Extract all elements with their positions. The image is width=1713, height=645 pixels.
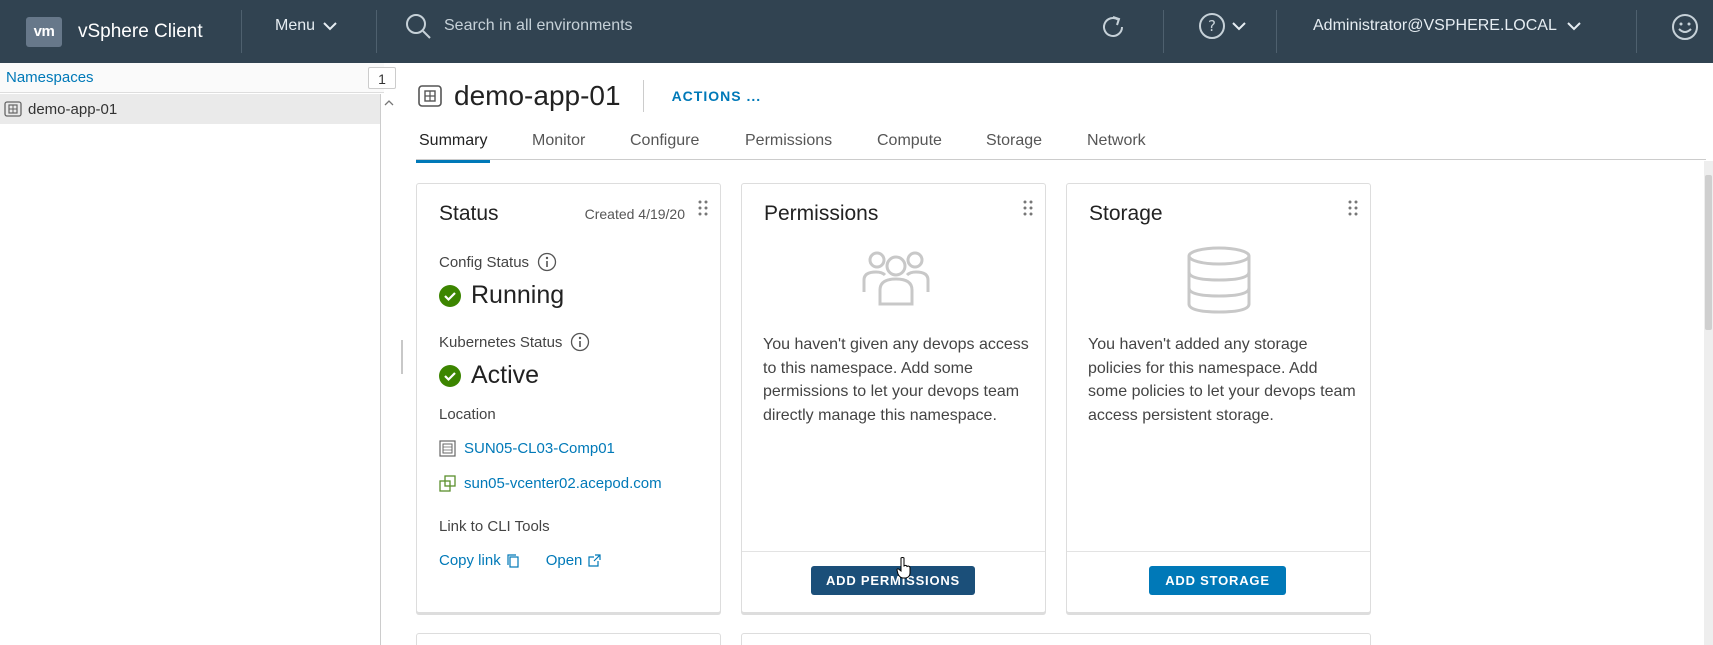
tab-permissions[interactable]: Permissions xyxy=(745,132,832,160)
created-date: Created 4/19/20 xyxy=(584,206,685,222)
namespace-icon xyxy=(4,101,22,117)
app-title[interactable]: vSphere Client xyxy=(78,21,203,43)
add-permissions-button[interactable]: ADD PERMISSIONS xyxy=(811,566,975,595)
k8s-status-text: Active xyxy=(471,361,540,389)
splitter-grip[interactable] xyxy=(401,340,403,374)
storage-card-title: Storage xyxy=(1089,202,1163,225)
info-icon[interactable] xyxy=(570,332,590,352)
location-cluster-link[interactable]: SUN05-CL03-Comp01 xyxy=(439,440,615,457)
svg-text:?: ? xyxy=(1208,17,1216,35)
config-status-label-text: Config Status xyxy=(439,253,530,271)
copy-icon xyxy=(507,553,519,568)
drag-handle-icon[interactable] xyxy=(1348,200,1358,216)
object-header: demo-app-01 ACTIONS ... xyxy=(418,80,761,112)
menu-label: Menu xyxy=(275,17,316,34)
k8s-status-label: Kubernetes Status xyxy=(439,332,590,352)
refresh-button[interactable] xyxy=(1098,12,1128,47)
content-scrollbar-thumb[interactable] xyxy=(1705,175,1712,330)
actions-button[interactable]: ACTIONS ... xyxy=(672,88,762,104)
tab-monitor[interactable]: Monitor xyxy=(532,132,585,160)
sidebar-scrollbar[interactable] xyxy=(380,94,397,645)
open-link-text: Open xyxy=(545,552,583,569)
tab-compute[interactable]: Compute xyxy=(877,132,942,160)
info-icon[interactable] xyxy=(537,252,557,272)
smiley-icon xyxy=(1672,14,1698,40)
k8s-status-label-text: Kubernetes Status xyxy=(439,333,563,351)
permissions-empty-text: You haven't given any devops access to t… xyxy=(763,336,1029,424)
vmware-logo[interactable]: vm xyxy=(26,16,62,47)
external-link-icon xyxy=(588,554,602,567)
status-card-title: Status xyxy=(439,202,499,225)
vcenter-icon xyxy=(439,475,456,492)
user-menu[interactable]: Administrator@VSPHERE.LOCAL xyxy=(1313,17,1581,35)
location-cluster-text: SUN05-CL03-Comp01 xyxy=(464,440,615,457)
permissions-card: Permissions You haven't given any devops… xyxy=(741,183,1046,613)
check-circle-icon xyxy=(439,284,461,307)
title-divider xyxy=(642,80,644,112)
storage-card: Storage You haven't added any storage po… xyxy=(1066,183,1371,613)
feedback-button[interactable] xyxy=(1670,12,1700,47)
cli-tools-label: Link to CLI Tools xyxy=(439,518,550,535)
drag-handle-icon[interactable] xyxy=(698,200,708,216)
chevron-down-icon xyxy=(1232,22,1246,31)
permissions-card-title: Permissions xyxy=(764,202,879,225)
namespaces-header: Namespaces 1 xyxy=(0,63,396,93)
namespace-item-demo-app-01[interactable]: demo-app-01 xyxy=(0,94,380,124)
permissions-card-footer: ADD PERMISSIONS xyxy=(742,551,1045,613)
namespaces-title[interactable]: Namespaces xyxy=(6,69,94,86)
tab-configure[interactable]: Configure xyxy=(630,132,699,160)
cli-links: Copy link Open xyxy=(439,552,602,569)
help-menu[interactable]: ? xyxy=(1198,12,1246,40)
object-tabs: Summary Monitor Configure Permissions Co… xyxy=(416,128,1706,163)
pane-splitter[interactable] xyxy=(398,63,408,645)
location-vcenter-text: sun05-vcenter02.acepod.com xyxy=(464,475,662,492)
tab-network[interactable]: Network xyxy=(1087,132,1146,160)
user-label: Administrator@VSPHERE.LOCAL xyxy=(1313,17,1557,34)
header-divider xyxy=(1163,10,1164,53)
check-circle-icon xyxy=(439,364,461,387)
global-search[interactable]: Search in all environments xyxy=(404,12,633,40)
location-vcenter-link[interactable]: sun05-vcenter02.acepod.com xyxy=(439,475,662,492)
config-status-text: Running xyxy=(471,281,565,309)
scroll-up-icon xyxy=(384,100,394,106)
refresh-icon xyxy=(1103,16,1123,37)
cluster-icon xyxy=(439,440,456,457)
header-divider xyxy=(241,10,242,53)
storage-empty-text: You haven't added any storage policies f… xyxy=(1088,336,1356,424)
users-group-icon xyxy=(862,251,930,306)
menu-button[interactable]: Menu xyxy=(275,17,337,35)
tab-storage[interactable]: Storage xyxy=(986,132,1042,160)
chevron-down-icon xyxy=(323,22,337,31)
header-divider xyxy=(1276,10,1277,53)
help-icon: ? xyxy=(1199,13,1225,39)
location-label: Location xyxy=(439,406,496,423)
namespace-item-label: demo-app-01 xyxy=(28,100,118,118)
search-input[interactable]: Search in all environments xyxy=(444,17,633,35)
open-link-button[interactable]: Open xyxy=(546,552,602,569)
copy-link-button[interactable]: Copy link xyxy=(439,552,520,569)
namespace-icon xyxy=(418,85,442,107)
hand-cursor-icon xyxy=(896,557,911,579)
drag-handle-icon[interactable] xyxy=(1023,200,1033,216)
config-status-value: Running xyxy=(439,281,564,310)
add-storage-button[interactable]: ADD STORAGE xyxy=(1149,566,1286,595)
top-header: vm vSphere Client Menu Search in all env… xyxy=(0,0,1713,63)
storage-card-footer: ADD STORAGE xyxy=(1067,551,1370,613)
namespaces-count-badge: 1 xyxy=(368,67,396,89)
copy-link-text: Copy link xyxy=(439,552,501,569)
chevron-down-icon xyxy=(1567,22,1581,31)
page-title: demo-app-01 xyxy=(454,80,621,111)
status-card: Status Created 4/19/20 Config Status Run… xyxy=(416,183,721,613)
tab-summary[interactable]: Summary xyxy=(416,132,491,163)
next-row-card xyxy=(741,633,1371,645)
header-divider xyxy=(376,10,377,53)
config-status-label: Config Status xyxy=(439,252,557,272)
next-row-card xyxy=(416,633,721,645)
search-icon xyxy=(406,14,431,39)
database-icon xyxy=(1187,246,1251,314)
header-divider xyxy=(1636,10,1637,53)
namespace-sidebar: Namespaces 1 demo-app-01 xyxy=(0,63,397,645)
k8s-status-value: Active xyxy=(439,361,539,390)
